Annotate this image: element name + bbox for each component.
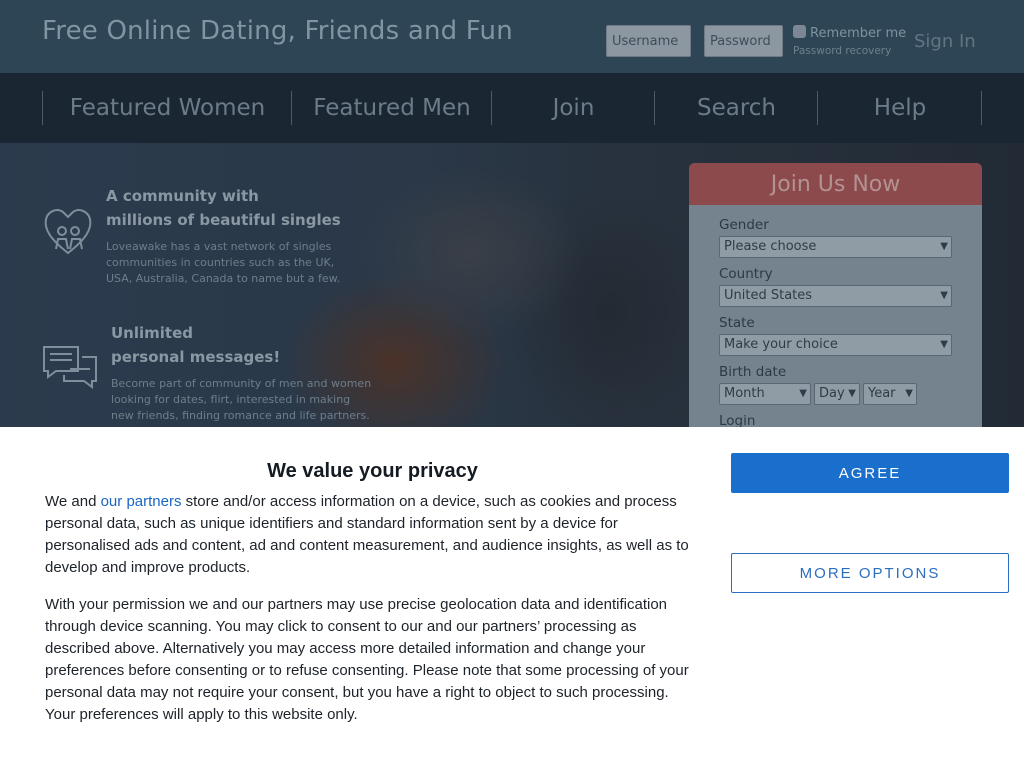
nav-join[interactable]: Join [491, 91, 655, 125]
feature-title-line: personal messages! [111, 348, 281, 366]
join-form: Join Us Now Gender Please choose ▼ Count… [689, 163, 982, 427]
birth-year-value: Year [868, 386, 896, 401]
chevron-down-icon: ▼ [799, 388, 807, 399]
privacy-paragraph-2: With your permission we and our partners… [45, 596, 689, 723]
site-title: Free Online Dating, Friends and Fun [42, 16, 513, 46]
feature-title-line: millions of beautiful singles [106, 211, 341, 229]
privacy-text: We and [45, 493, 101, 510]
join-form-title: Join Us Now [689, 163, 982, 205]
nav-search[interactable]: Search [654, 91, 818, 125]
feature-description: Become part of community of men and wome… [111, 376, 371, 424]
birth-month-value: Month [724, 386, 765, 401]
country-label: Country [719, 266, 773, 282]
feature-description: Loveawake has a vast network of singles … [106, 239, 340, 287]
feature-text-line: looking for dates, flirt, interested in … [111, 393, 351, 406]
gender-select-value: Please choose [724, 239, 817, 254]
gender-select[interactable]: Please choose ▼ [719, 236, 952, 258]
nav-help[interactable]: Help [817, 91, 982, 125]
main-nav: Featured Women Featured Men Join Search … [0, 73, 1024, 143]
country-select[interactable]: United States ▼ [719, 285, 952, 307]
remember-me[interactable]: Remember me [793, 25, 906, 41]
birth-day-select[interactable]: Day ▼ [814, 383, 860, 405]
couple-heart-icon [44, 209, 92, 255]
feature-text-line: new friends, finding romance and life pa… [111, 409, 370, 422]
feature-text-line: Loveawake has a vast network of singles [106, 240, 332, 253]
feature-text-line: Become part of community of men and wome… [111, 377, 372, 390]
feature-text-line: communities in countries such as the UK, [106, 256, 335, 269]
state-label: State [719, 315, 755, 331]
feature-text-line: USA, Australia, Canada to name but a few… [106, 272, 341, 285]
feature-title: A community with millions of beautiful s… [106, 184, 341, 232]
login-label: Login [719, 413, 756, 427]
remember-me-label: Remember me [810, 26, 907, 41]
more-options-button[interactable]: MORE OPTIONS [731, 553, 1009, 593]
gender-label: Gender [719, 217, 769, 233]
birth-year-select[interactable]: Year ▼ [863, 383, 917, 405]
privacy-consent-dialog: We value your privacy We and our partner… [0, 427, 1024, 768]
nav-divider [981, 91, 982, 125]
chat-bubbles-icon [43, 346, 97, 389]
password-input[interactable] [704, 25, 783, 57]
privacy-paragraph-1: We and our partners store and/or access … [45, 491, 695, 579]
chevron-down-icon: ▼ [940, 241, 948, 252]
nav-featured-men[interactable]: Featured Men [291, 91, 492, 125]
nav-featured-women[interactable]: Featured Women [42, 91, 292, 125]
chevron-down-icon: ▼ [940, 339, 948, 350]
password-recovery-link[interactable]: Password recovery [793, 45, 891, 57]
state-select-value: Make your choice [724, 337, 838, 352]
top-header: Free Online Dating, Friends and Fun Reme… [0, 0, 1024, 73]
chevron-down-icon: ▼ [848, 388, 856, 399]
agree-button[interactable]: AGREE [731, 453, 1009, 493]
birthdate-label: Birth date [719, 364, 787, 380]
feature-title-line: Unlimited [111, 324, 193, 342]
privacy-title: We value your privacy [267, 460, 478, 482]
birth-month-select[interactable]: Month ▼ [719, 383, 811, 405]
feature-title: Unlimited personal messages! [111, 321, 280, 369]
chevron-down-icon: ▼ [940, 290, 948, 301]
feature-title-line: A community with [106, 187, 259, 205]
country-select-value: United States [724, 288, 813, 303]
birth-day-value: Day [819, 386, 845, 401]
sign-in-button[interactable]: Sign In [914, 31, 976, 52]
remember-me-checkbox[interactable] [793, 25, 806, 38]
chevron-down-icon: ▼ [905, 388, 913, 399]
username-input[interactable] [606, 25, 691, 57]
partners-link[interactable]: our partners [101, 493, 182, 510]
state-select[interactable]: Make your choice ▼ [719, 334, 952, 356]
hero-section: A community with millions of beautiful s… [0, 143, 1024, 427]
